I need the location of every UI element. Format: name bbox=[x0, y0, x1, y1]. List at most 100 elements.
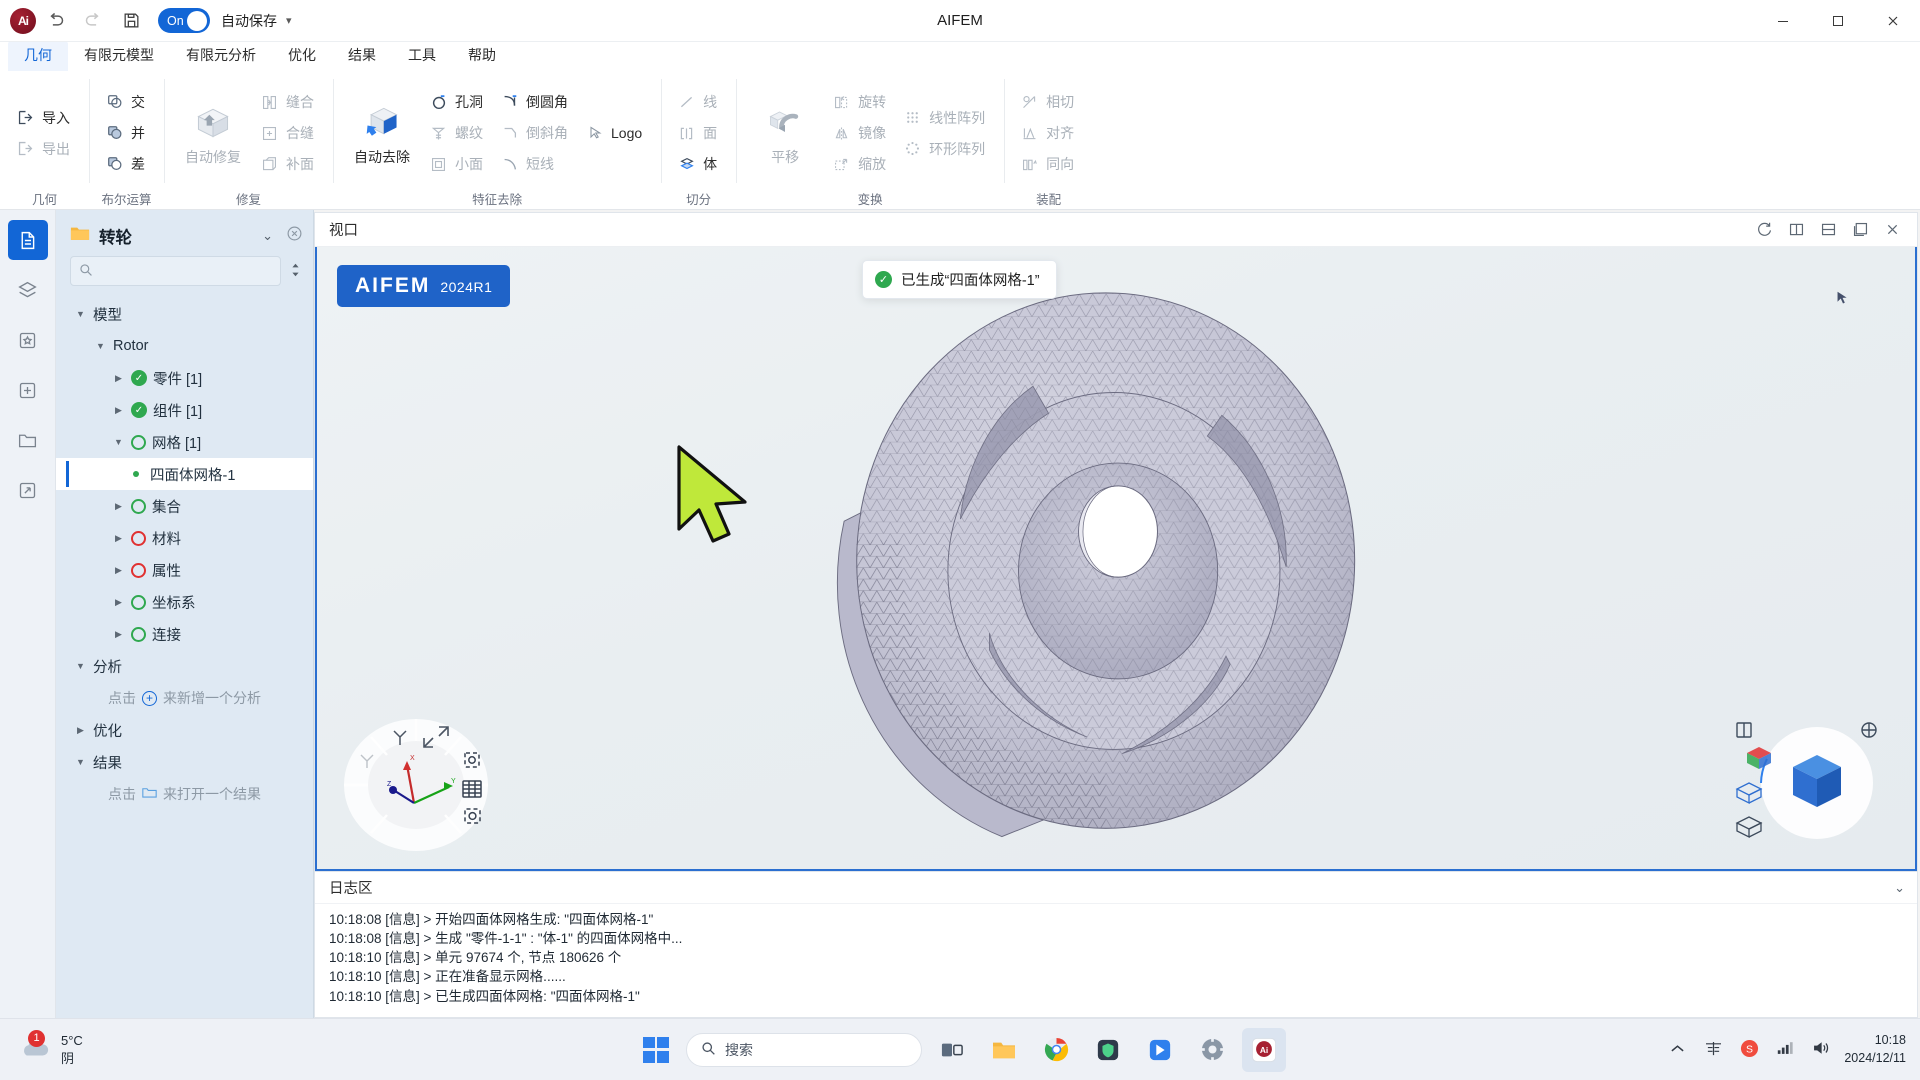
mirror-button[interactable]: 镜像 bbox=[826, 118, 895, 148]
small-face-button[interactable]: 小面 bbox=[423, 149, 492, 179]
tree-node-coordinate-systems[interactable]: ▶ 坐标系 bbox=[56, 586, 313, 618]
boolean-union-button[interactable]: 并 bbox=[99, 118, 154, 148]
tree-node-mesh[interactable]: ▼ 网格 [1] bbox=[56, 426, 313, 458]
chamfer-button[interactable]: 倒斜角 bbox=[494, 118, 577, 148]
tree-node-sets[interactable]: ▶ 集合 bbox=[56, 490, 313, 522]
tab-optimization[interactable]: 优化 bbox=[272, 41, 332, 71]
tree-node-properties[interactable]: ▶ 属性 bbox=[56, 554, 313, 586]
tree-node-connections[interactable]: ▶ 连接 bbox=[56, 618, 313, 650]
chevron-down-icon[interactable]: ▼ bbox=[94, 341, 107, 351]
tab-results[interactable]: 结果 bbox=[332, 41, 392, 71]
short-edge-button[interactable]: 短线 bbox=[494, 149, 577, 179]
chevron-down-icon[interactable]: ▼ bbox=[112, 437, 125, 447]
chevron-right-icon[interactable]: ▶ bbox=[112, 501, 125, 512]
import-button[interactable]: 导入 bbox=[10, 103, 79, 133]
rail-bookmark-icon[interactable] bbox=[8, 320, 48, 360]
tab-fe-analysis[interactable]: 有限元分析 bbox=[170, 41, 272, 71]
sort-icon[interactable] bbox=[287, 262, 303, 281]
chevron-right-icon[interactable]: ▶ bbox=[112, 565, 125, 576]
tree-node-model[interactable]: ▼ 模型 bbox=[56, 298, 313, 330]
shield-app-icon[interactable] bbox=[1086, 1028, 1130, 1072]
tree-node-results[interactable]: ▼ 结果 bbox=[56, 746, 313, 778]
refresh-icon[interactable] bbox=[1749, 216, 1779, 244]
auto-defeature-button[interactable]: 自动去除 bbox=[343, 95, 421, 171]
folder-open-icon[interactable] bbox=[142, 786, 157, 802]
merge-seam-button[interactable]: 合缝 bbox=[254, 118, 323, 148]
save-icon[interactable] bbox=[112, 4, 150, 38]
split-horizontal-icon[interactable] bbox=[1813, 216, 1843, 244]
tree-node-optimization[interactable]: ▶ 优化 bbox=[56, 714, 313, 746]
patch-face-button[interactable]: 补面 bbox=[254, 149, 323, 179]
aifem-app-icon[interactable]: Ai bbox=[1242, 1028, 1286, 1072]
stitch-button[interactable]: 缝合 bbox=[254, 87, 323, 117]
chevron-down-icon[interactable]: ▼ bbox=[74, 309, 87, 319]
tree-node-tet-mesh-1[interactable]: 四面体网格-1 bbox=[56, 458, 313, 490]
rail-folder-icon[interactable] bbox=[8, 420, 48, 460]
maximize-icon[interactable] bbox=[1845, 216, 1875, 244]
tab-fe-model[interactable]: 有限元模型 bbox=[68, 41, 170, 71]
chevron-right-icon[interactable]: ▶ bbox=[112, 373, 125, 384]
tree-node-parts[interactable]: ▶ ✓ 零件 [1] bbox=[56, 362, 313, 394]
split-line-button[interactable]: 线 bbox=[671, 87, 726, 117]
open-result-hint[interactable]: 点击 来打开一个结果 bbox=[56, 778, 313, 810]
auto-repair-button[interactable]: 自动修复 bbox=[174, 95, 252, 171]
split-body-button[interactable]: 体 bbox=[671, 149, 726, 179]
tree-node-assemblies[interactable]: ▶ ✓ 组件 [1] bbox=[56, 394, 313, 426]
chevron-down-icon[interactable]: ▼ bbox=[74, 757, 87, 767]
chevron-right-icon[interactable]: ▶ bbox=[112, 405, 125, 416]
rail-export-box-icon[interactable] bbox=[8, 470, 48, 510]
file-explorer-icon[interactable] bbox=[982, 1028, 1026, 1072]
minimize-button[interactable] bbox=[1755, 0, 1810, 42]
chevron-down-icon[interactable]: ▼ bbox=[74, 661, 87, 671]
tree-node-rotor[interactable]: ▼ Rotor bbox=[56, 330, 313, 362]
translate-button[interactable]: 平移 bbox=[746, 95, 824, 171]
logo-button[interactable]: Logo bbox=[579, 118, 651, 148]
tab-geometry[interactable]: 几何 bbox=[8, 41, 68, 71]
media-app-icon[interactable] bbox=[1138, 1028, 1182, 1072]
align-button[interactable]: 对齐 bbox=[1014, 118, 1083, 148]
navigation-wheel[interactable]: X Y Z bbox=[341, 715, 531, 855]
chevron-right-icon[interactable]: ▶ bbox=[112, 533, 125, 544]
same-direction-button[interactable]: 同向 bbox=[1014, 149, 1083, 179]
split-face-button[interactable]: 面 bbox=[671, 118, 726, 148]
chrome-icon[interactable] bbox=[1034, 1028, 1078, 1072]
start-button[interactable] bbox=[634, 1028, 678, 1072]
hole-button[interactable]: 孔洞 bbox=[423, 87, 492, 117]
close-circle-icon[interactable] bbox=[286, 225, 303, 247]
tree-node-analysis[interactable]: ▼ 分析 bbox=[56, 650, 313, 682]
chevron-right-icon[interactable]: ▶ bbox=[112, 597, 125, 608]
pin-cursor-icon[interactable] bbox=[1833, 289, 1853, 314]
plus-circle-icon[interactable]: + bbox=[142, 691, 157, 706]
rail-document-icon[interactable] bbox=[8, 220, 48, 260]
split-vertical-icon[interactable] bbox=[1781, 216, 1811, 244]
rail-add-box-icon[interactable] bbox=[8, 370, 48, 410]
task-view-icon[interactable] bbox=[930, 1028, 974, 1072]
tab-tools[interactable]: 工具 bbox=[392, 41, 452, 71]
add-analysis-hint[interactable]: 点击 + 来新增一个分析 bbox=[56, 682, 313, 714]
tab-help[interactable]: 帮助 bbox=[452, 41, 512, 71]
boolean-subtract-button[interactable]: 差 bbox=[99, 149, 154, 179]
view-cube[interactable] bbox=[1731, 707, 1901, 859]
export-button[interactable]: 导出 bbox=[10, 134, 79, 164]
tangent-button[interactable]: 相切 bbox=[1014, 87, 1083, 117]
chevron-down-icon[interactable]: ⌄ bbox=[1894, 880, 1905, 896]
3d-viewport-canvas[interactable]: AIFEM 2024R1 ✓ 已生成“四面体网格-1” bbox=[315, 247, 1917, 871]
boolean-intersect-button[interactable]: 交 bbox=[99, 87, 154, 117]
close-button[interactable] bbox=[1865, 0, 1920, 42]
fillet-button[interactable]: 倒圆角 bbox=[494, 87, 577, 117]
chevron-right-icon[interactable]: ▶ bbox=[74, 725, 87, 736]
settings-icon[interactable] bbox=[1190, 1028, 1234, 1072]
undo-icon[interactable] bbox=[36, 4, 74, 38]
circular-pattern-button[interactable]: 环形阵列 bbox=[897, 134, 994, 164]
scale-button[interactable]: 缩放 bbox=[826, 149, 895, 179]
rail-layers-icon[interactable] bbox=[8, 270, 48, 310]
autosave-toggle[interactable]: On bbox=[158, 8, 210, 33]
chevron-right-icon[interactable]: ▶ bbox=[112, 629, 125, 640]
tree-node-materials[interactable]: ▶ 材料 bbox=[56, 522, 313, 554]
linear-pattern-button[interactable]: 线性阵列 bbox=[897, 103, 994, 133]
tree-search-input[interactable] bbox=[70, 256, 281, 286]
chevron-down-icon[interactable]: ⌄ bbox=[258, 228, 277, 244]
maximize-button[interactable] bbox=[1810, 0, 1865, 42]
close-icon[interactable] bbox=[1877, 216, 1907, 244]
log-body[interactable]: 10:18:08 [信息] > 开始四面体网格生成: "四面体网格-1" 10:… bbox=[315, 904, 1917, 1012]
